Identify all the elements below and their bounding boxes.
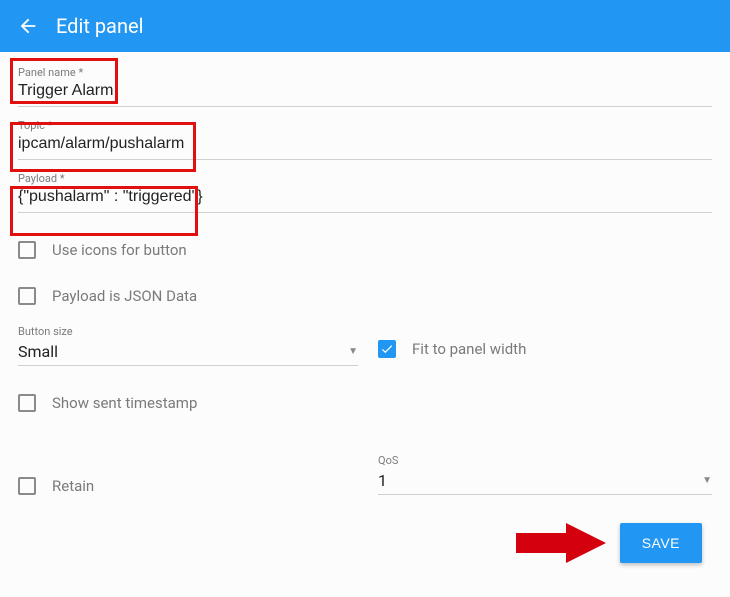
fit-to-width-checkbox[interactable] (378, 340, 396, 358)
qos-field[interactable]: QoS 1 ▼ (378, 454, 712, 495)
button-size-label: Button size (18, 325, 358, 338)
annotation-arrow-icon (516, 519, 606, 567)
fit-to-width-row: Fit to panel width (378, 340, 712, 358)
qos-select[interactable]: 1 ▼ (378, 471, 712, 495)
arrow-back-icon (17, 15, 39, 37)
qos-value: 1 (378, 471, 387, 490)
save-button[interactable]: SAVE (620, 523, 702, 563)
payload-label: Payload * (18, 172, 65, 185)
dropdown-icon: ▼ (348, 346, 358, 357)
use-icons-row: Use icons for button (18, 241, 712, 259)
topic-field[interactable]: Topic * (18, 117, 712, 160)
qos-label: QoS (378, 454, 712, 467)
payload-field[interactable]: Payload * (18, 170, 712, 213)
show-timestamp-label: Show sent timestamp (52, 394, 197, 412)
dropdown-icon: ▼ (702, 475, 712, 486)
appbar-title: Edit panel (56, 14, 143, 38)
save-row: SAVE (18, 519, 712, 567)
use-icons-checkbox[interactable] (18, 241, 36, 259)
use-icons-label: Use icons for button (52, 241, 187, 259)
panel-name-input[interactable] (18, 82, 712, 100)
form-body: Panel name * Topic * Payload * Use icons… (0, 52, 730, 585)
topic-label: Topic * (18, 119, 52, 132)
show-timestamp-row: Show sent timestamp (18, 394, 712, 412)
button-size-field[interactable]: Button size Small ▼ (18, 325, 358, 366)
panel-name-label: Panel name * (18, 66, 83, 79)
button-size-select[interactable]: Small ▼ (18, 342, 358, 366)
button-size-value: Small (18, 342, 58, 361)
payload-json-row: Payload is JSON Data (18, 287, 712, 305)
show-timestamp-checkbox[interactable] (18, 394, 36, 412)
topic-input[interactable] (18, 135, 712, 153)
appbar: Edit panel (0, 0, 730, 52)
retain-label: Retain (52, 477, 94, 495)
size-fit-row: Button size Small ▼ Fit to panel width (18, 325, 712, 366)
back-button[interactable] (14, 12, 42, 40)
fit-to-width-label: Fit to panel width (412, 340, 526, 358)
retain-row: Retain (18, 477, 358, 495)
payload-input[interactable] (18, 188, 712, 206)
payload-json-label: Payload is JSON Data (52, 287, 197, 305)
retain-qos-row: Retain QoS 1 ▼ (18, 454, 712, 495)
panel-name-field[interactable]: Panel name * (18, 64, 712, 107)
payload-json-checkbox[interactable] (18, 287, 36, 305)
retain-checkbox[interactable] (18, 477, 36, 495)
